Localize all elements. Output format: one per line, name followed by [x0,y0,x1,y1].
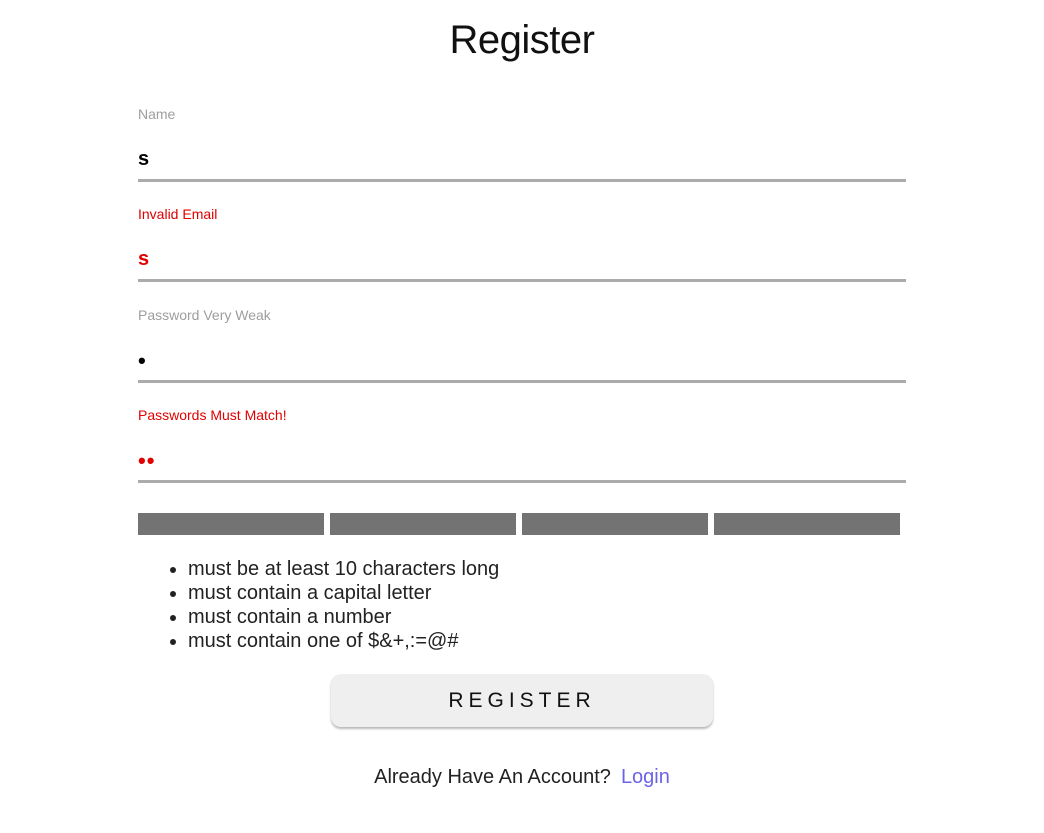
password-rule: must contain a capital letter [188,581,499,605]
name-input[interactable] [138,140,906,182]
password-rule: must be at least 10 characters long [188,557,499,581]
password-input[interactable] [138,341,906,383]
register-button[interactable]: REGISTER [331,674,713,727]
confirm-password-error-label: Passwords Must Match! [138,407,287,423]
name-field: Name [138,106,906,196]
login-prompt: Already Have An Account? Login [0,766,1044,789]
page-title: Register [449,18,595,62]
strength-segment [714,513,900,535]
strength-segment [522,513,708,535]
email-input[interactable] [138,240,906,282]
confirm-password-input[interactable] [138,441,906,483]
login-prompt-text: Already Have An Account? [374,766,611,788]
email-field: Invalid Email [138,206,906,296]
password-rules-list: must be at least 10 characters long must… [188,557,499,653]
login-link[interactable]: Login [621,766,670,788]
password-strength-label: Password Very Weak [138,307,271,323]
password-field: Password Very Weak [138,307,906,397]
strength-segment [138,513,324,535]
name-label: Name [138,106,176,122]
email-error-label: Invalid Email [138,206,218,222]
confirm-password-field: Passwords Must Match! [138,407,906,497]
register-page: Register Name Invalid Email Password Ver… [0,0,1044,833]
password-rule: must contain one of $&+,:=@# [188,629,499,653]
password-strength-meter [138,513,900,535]
strength-segment [330,513,516,535]
password-rule: must contain a number [188,605,499,629]
